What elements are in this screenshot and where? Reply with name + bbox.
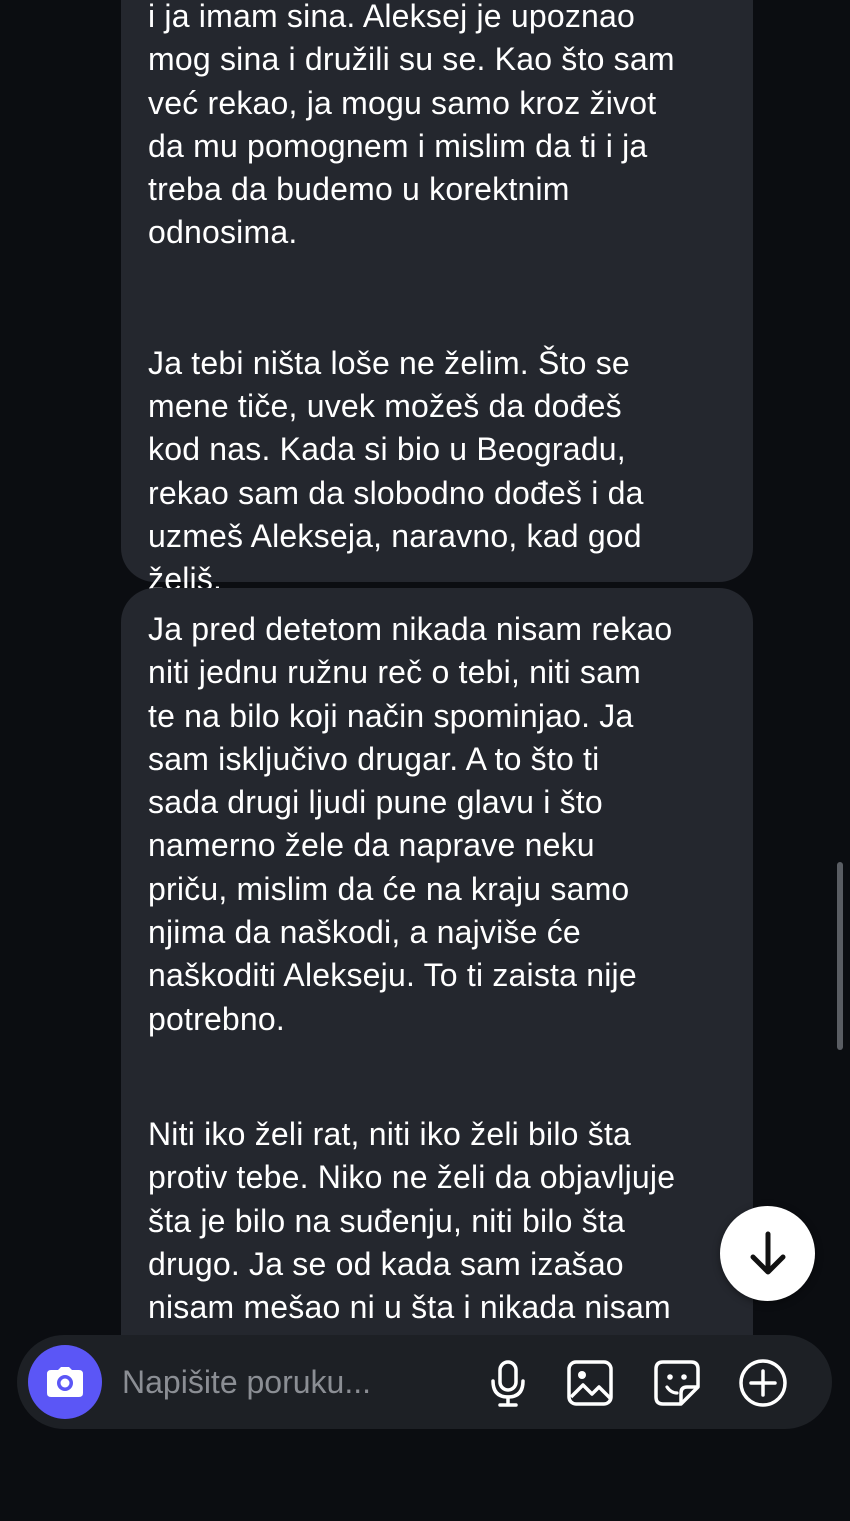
- message-bubble[interactable]: i ja imam sina. Aleksej je upoznao mog s…: [121, 0, 753, 597]
- message-composer: [17, 1335, 832, 1429]
- gallery-button[interactable]: [565, 1358, 615, 1408]
- message-paragraph: Ja pred detetom nikada nisam rekao niti …: [148, 611, 673, 1037]
- message-paragraph: i ja imam sina. Aleksej je upoznao mog s…: [148, 0, 675, 251]
- camera-icon: [47, 1367, 83, 1397]
- chat-area: i ja imam sina. Aleksej je upoznao mog s…: [0, 0, 850, 1340]
- microphone-icon: [491, 1360, 525, 1407]
- sticker-button[interactable]: [652, 1358, 702, 1408]
- arrow-down-icon: [750, 1231, 785, 1274]
- scrollbar[interactable]: [837, 862, 843, 1050]
- voice-message-button[interactable]: [483, 1358, 533, 1408]
- message-paragraph: Niti iko želi rat, niti iko želi bilo št…: [148, 1115, 676, 1340]
- message-bubble[interactable]: Ja pred detetom nikada nisam rekao niti …: [121, 588, 753, 1340]
- more-options-button[interactable]: [738, 1358, 788, 1408]
- camera-button[interactable]: [28, 1345, 102, 1419]
- plus-circle-icon: [739, 1359, 787, 1407]
- image-icon: [567, 1360, 613, 1406]
- message-paragraph: Ja tebi ništa loše ne želim. Što se mene…: [148, 344, 644, 598]
- message-input[interactable]: [122, 1357, 452, 1407]
- scroll-to-bottom-button[interactable]: [720, 1206, 815, 1301]
- sticker-icon: [654, 1360, 700, 1406]
